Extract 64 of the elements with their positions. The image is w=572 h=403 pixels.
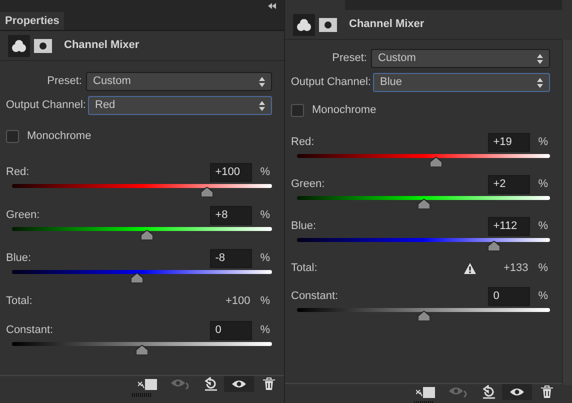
scrollbar-track[interactable] [562, 40, 572, 385]
unit-label: % [260, 208, 270, 224]
updown-icon [537, 54, 543, 64]
panel-title: Channel Mixer [64, 38, 140, 54]
field-label: Green: [6, 208, 41, 224]
field-label: Red: [291, 135, 316, 150]
value-field[interactable]: +112 [488, 217, 530, 236]
field-label: Constant: [6, 323, 54, 338]
field-label: Constant: [291, 289, 340, 304]
collapse-icon[interactable] [268, 3, 276, 9]
unit-label: % [260, 294, 270, 310]
dropdown[interactable]: Custom [86, 72, 272, 91]
resize-grip[interactable] [132, 393, 152, 397]
value-field[interactable]: +100 [210, 163, 252, 182]
output-channel-label: Output Channel: [290, 75, 372, 90]
field-label: Red: [6, 165, 30, 180]
mask-icon [34, 38, 52, 52]
unit-label: % [260, 165, 270, 180]
value-field[interactable]: 0 [488, 287, 530, 306]
total-value: +100 [224, 294, 252, 310]
total-label: Total: [291, 261, 318, 276]
updown-icon [259, 76, 265, 86]
clip-layer-icon[interactable] [416, 386, 436, 398]
preset-label: Preset: [331, 51, 368, 66]
field-label: Blue: [6, 251, 32, 266]
unit-label: % [538, 135, 548, 150]
unit-label: % [538, 289, 548, 304]
unit-label: % [538, 261, 548, 276]
total-label: Total: [6, 294, 34, 310]
value-field[interactable]: -8 [210, 249, 252, 268]
panel-title: Channel Mixer [349, 17, 424, 32]
mask-icon [319, 18, 337, 32]
adjustment-icon [296, 18, 312, 32]
value-field[interactable]: +2 [488, 175, 530, 194]
value-field[interactable]: 0 [210, 321, 252, 340]
checkbox[interactable] [6, 130, 19, 143]
dropdown[interactable]: Red [88, 96, 272, 115]
checkbox-label: Monochrome [27, 129, 92, 144]
unit-label: % [538, 177, 548, 192]
eye-icon[interactable] [231, 379, 247, 389]
updown-icon [537, 78, 543, 88]
total-value: +133 [502, 261, 530, 276]
value-field[interactable]: +8 [210, 206, 252, 225]
checkbox[interactable] [291, 104, 304, 117]
reset-icon[interactable] [204, 377, 218, 391]
adjustment-icon [11, 38, 27, 52]
reset-icon[interactable] [482, 385, 496, 399]
output-channel-label: Output Channel: [4, 98, 87, 114]
updown-icon [259, 100, 265, 110]
checkbox-label: Monochrome [312, 103, 376, 118]
field-label: Green: [291, 177, 326, 192]
eye-icon[interactable] [509, 387, 525, 397]
preset-label: Preset: [46, 74, 83, 90]
value-field[interactable]: +19 [488, 133, 530, 152]
trash-icon[interactable] [262, 377, 276, 391]
clip-layer-icon[interactable] [138, 378, 158, 390]
unit-label: % [260, 323, 270, 338]
unit-label: % [538, 219, 548, 234]
trash-icon[interactable] [540, 385, 554, 399]
dropdown[interactable]: Custom [371, 49, 550, 68]
unit-label: % [260, 251, 270, 266]
dropdown[interactable]: Blue [373, 73, 550, 92]
field-label: Blue: [291, 219, 318, 234]
panel-tab[interactable]: Properties [0, 12, 64, 30]
